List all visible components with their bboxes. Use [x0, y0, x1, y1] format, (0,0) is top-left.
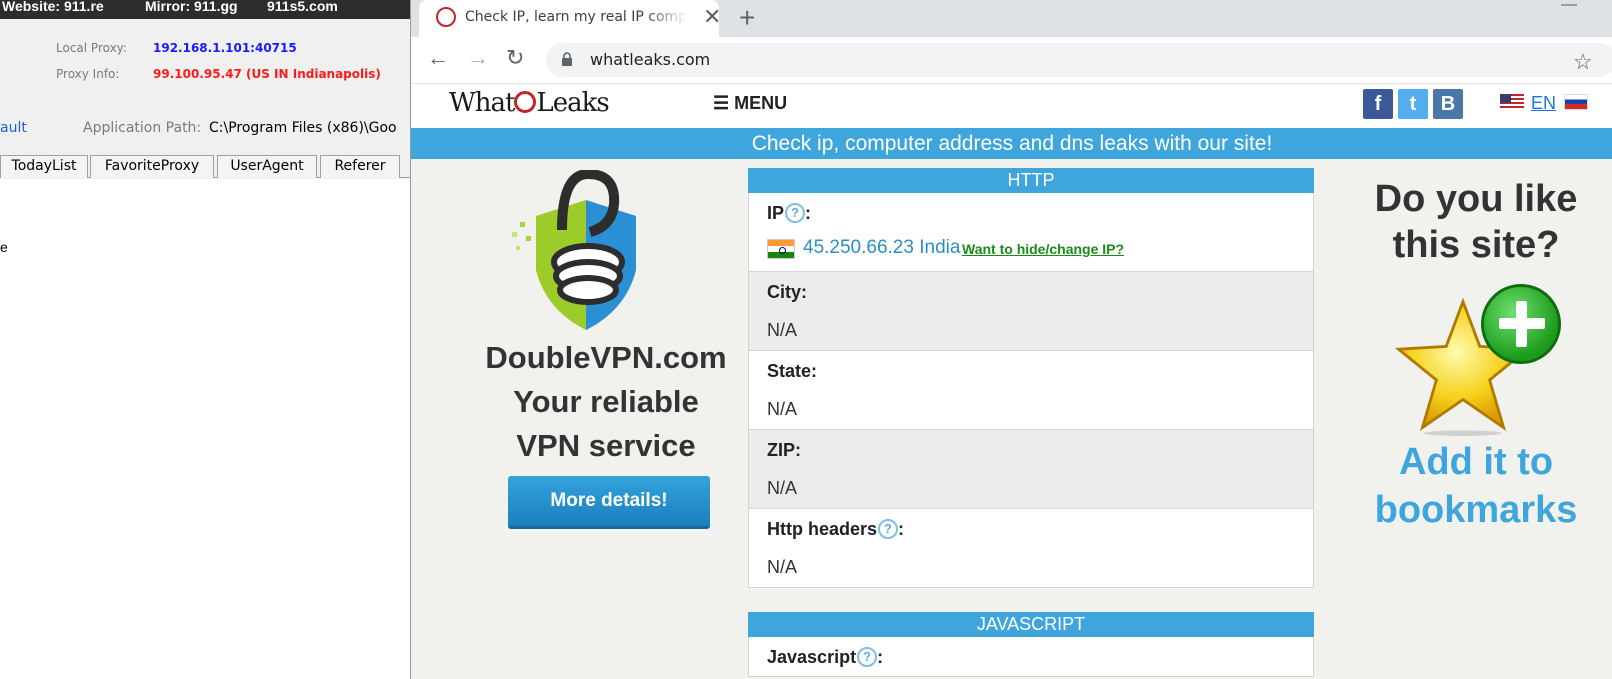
ad-left-line2: Your reliable [513, 384, 699, 419]
bg-title-website: Website: 911.re [2, 0, 104, 14]
city-label: City: [767, 282, 807, 302]
background-proxy-app: Website: 911.re Mirror: 911.gg 911s5.com… [0, 0, 410, 679]
ip-row: IP?: 45.250.66.23 India Want to hide/cha… [748, 193, 1314, 272]
ad-left-line3: VPN service [516, 428, 696, 463]
ad-left-line1: DoubleVPN.com [485, 340, 727, 375]
forward-icon[interactable]: → [467, 46, 489, 70]
zip-value: N/A [767, 478, 798, 498]
bg-tab-strip: TodayList FavoriteProxy UserAgent Refere… [0, 152, 410, 178]
close-tab-icon[interactable]: ✕ [703, 6, 721, 28]
ip-value: 45.250.66.23 India [803, 237, 961, 258]
site-header: What Leaks ☰ MENU f t B EN [411, 84, 1612, 128]
minimize-icon[interactable]: — [1561, 0, 1577, 14]
proxy-info-label: Proxy Info: [56, 67, 120, 81]
ip-info-table: HTTP IP?: 45.250.66.23 India Want to hid… [748, 168, 1314, 677]
browser-window: Check IP, learn my real IP computer addr… [410, 0, 1612, 679]
tab-todaylist[interactable]: TodayList [0, 155, 88, 178]
bg-title-mirror: Mirror: 911.gg [145, 0, 238, 14]
bg-titlebar: Website: 911.re Mirror: 911.gg 911s5.com [0, 0, 410, 19]
javascript-colon: : [877, 647, 884, 667]
bg-title-alt: 911s5.com [267, 0, 338, 14]
menu-button[interactable]: ☰ MENU [713, 93, 787, 114]
tab-useragent[interactable]: UserAgent [217, 155, 317, 178]
help-icon[interactable]: ? [785, 203, 806, 223]
site-banner: Check ip, computer address and dns leaks… [411, 128, 1612, 159]
hide-ip-link[interactable]: Want to hide/change IP? [962, 241, 1124, 257]
add-plus-icon [1481, 284, 1561, 364]
web-page: What Leaks ☰ MENU f t B EN Check ip, comp… [411, 84, 1612, 679]
logo-circle-icon [514, 91, 537, 113]
headers-label: Http headers?: [767, 519, 904, 540]
doublevpn-ad[interactable]: DoubleVPN.com Your reliable VPN service … [451, 170, 727, 550]
city-row: City: N/A [748, 272, 1314, 351]
vpn-shield-logo-icon [512, 170, 636, 330]
language-en-link[interactable]: EN [1531, 93, 1556, 114]
headers-row: Http headers?: N/A [748, 509, 1314, 588]
address-bar[interactable]: whatleaks.com [546, 43, 1612, 77]
browser-toolbar: ← → ↻ whatleaks.com ☆ [411, 37, 1612, 84]
reload-icon[interactable]: ↻ [506, 46, 524, 70]
javascript-section-header: JAVASCRIPT [748, 612, 1314, 637]
javascript-label-text: Javascript [767, 647, 857, 667]
headers-value: N/A [767, 557, 798, 577]
us-flag-icon[interactable] [1500, 94, 1524, 110]
local-proxy-label: Local Proxy: [56, 41, 127, 55]
ad-right-line4: bookmarks [1374, 489, 1578, 531]
lock-icon [562, 52, 572, 66]
help-icon[interactable]: ? [878, 519, 899, 539]
logo-post: Leaks [536, 88, 609, 118]
tab-strip: Check IP, learn my real IP computer addr… [411, 0, 1612, 37]
javascript-label: Javascript?: [767, 647, 883, 668]
ip-label-text: IP [767, 203, 785, 223]
headers-label-text: Http headers [767, 519, 878, 539]
help-icon[interactable]: ? [857, 647, 878, 667]
city-value: N/A [767, 320, 798, 340]
logo-pre: What [449, 88, 515, 118]
whatleaks-favicon-icon [436, 7, 456, 27]
zip-label: ZIP: [767, 440, 801, 460]
state-row: State: N/A [748, 351, 1314, 430]
tab-referer[interactable]: Referer [320, 155, 400, 178]
india-flag-icon [767, 239, 795, 259]
twitter-icon[interactable]: t [1398, 89, 1428, 119]
zip-row: ZIP: N/A [748, 430, 1314, 509]
vk-icon[interactable]: B [1433, 89, 1463, 119]
new-tab-icon[interactable]: + [739, 2, 755, 34]
state-value: N/A [767, 399, 798, 419]
local-proxy-value: 192.168.1.101:40715 [153, 41, 297, 55]
bookmark-star-icon[interactable]: ☆ [1573, 49, 1593, 75]
active-tab[interactable]: Check IP, learn my real IP computer addr… [419, 0, 721, 37]
bg-content-area: e [0, 179, 410, 679]
app-path-value: C:\Program Files (x86)\Goo [209, 120, 397, 136]
ip-colon: : [805, 203, 812, 223]
tab-title-fade [645, 5, 687, 31]
headers-colon: : [898, 519, 905, 539]
default-link[interactable]: ault [0, 120, 27, 136]
whatleaks-logo[interactable]: What Leaks [449, 88, 610, 118]
http-section-header: HTTP [748, 168, 1314, 193]
ad-right-line2: this site? [1392, 224, 1560, 266]
app-path-label: Application Path: [83, 120, 202, 136]
back-icon[interactable]: ← [427, 46, 449, 70]
url-text: whatleaks.com [590, 50, 711, 69]
bg-body-text: e [0, 239, 8, 255]
state-label: State: [767, 361, 818, 381]
tab-favoriteproxy[interactable]: FavoriteProxy [90, 155, 214, 178]
facebook-icon[interactable]: f [1363, 89, 1393, 119]
ip-label: IP?: [767, 203, 811, 224]
ru-flag-icon[interactable] [1564, 94, 1588, 110]
ad-right-line3: Add it to [1398, 441, 1554, 483]
ad-right-line1: Do you like [1374, 178, 1578, 220]
proxy-info-value: 99.100.95.47 (US IN Indianapolis) [153, 67, 381, 81]
bookmark-ad[interactable]: Do you like this site? Add it to bookmar… [1361, 176, 1612, 536]
more-details-button[interactable]: More details! [508, 476, 710, 529]
javascript-row: Javascript?: [748, 637, 1314, 677]
